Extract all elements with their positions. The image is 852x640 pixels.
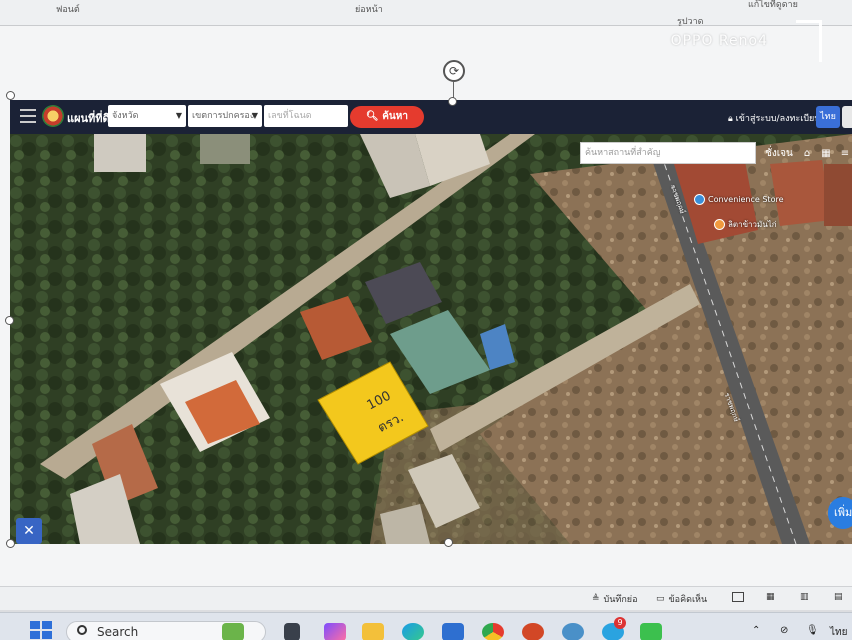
poi-label: ลิตาข้าวมันไก่: [728, 220, 777, 229]
ribbon-paragraph-group[interactable]: ย่อหน้า: [355, 2, 383, 16]
resize-handle-bottom-left[interactable]: [6, 539, 15, 548]
resize-handle-middle-left[interactable]: [5, 316, 14, 325]
slideshow-icon: ▤: [834, 592, 843, 602]
widgets-icon[interactable]: [222, 623, 244, 640]
language-thai-button[interactable]: ไทย: [816, 106, 840, 128]
resize-handle-top-left[interactable]: [6, 91, 15, 100]
ribbon-font-group[interactable]: ฟอนต์: [56, 2, 80, 16]
login-link[interactable]: 🔒︎ เข้าสู่ระบบ/ลงทะเบียน: [728, 111, 820, 125]
notes-label: บันทึกย่อ: [603, 595, 638, 605]
notes-icon: ≜: [592, 594, 600, 604]
copilot-icon[interactable]: [324, 623, 346, 640]
parcel-number-input[interactable]: เลขที่โฉนด: [264, 105, 348, 127]
windows-taskbar: Search 9 ⌃ ⊘ 🎙︎ ไทย: [0, 612, 852, 640]
document-status-bar: ≜ บันทึกย่อ ▭ ข้อคิดเห็น ▦ ▥ ▤: [0, 586, 852, 610]
powerpoint-icon[interactable]: [522, 623, 544, 640]
building: [824, 164, 852, 226]
map-header: แผนที่ที่ดิน จังหวัด ▼ เขตการปกครอง ▼ เล…: [10, 100, 852, 134]
camera-watermark-logo: [796, 20, 822, 62]
ribbon-edit-group[interactable]: แก้ไขที่ดูดาย: [748, 0, 798, 11]
measure-tool-icon[interactable]: ✕: [16, 518, 42, 544]
satellite-map[interactable]: 100 ตรว. ค้นหาสถานที่สำคัญ ชั่งเจน ⌂ ▦ ≡…: [10, 134, 852, 544]
document-ribbon: ฟอนต์ ย่อหน้า รูปวาด แก้ไขที่ดูดาย: [0, 0, 852, 27]
notes-button[interactable]: ≜ บันทึกย่อ: [592, 592, 637, 606]
building: [200, 134, 250, 164]
comments-button[interactable]: ▭ ข้อคิดเห็น: [656, 592, 707, 606]
lock-icon: 🔒︎: [728, 114, 733, 124]
parcel-number-placeholder: เลขที่โฉนด: [268, 111, 312, 121]
slide-sorter-button[interactable]: ▦: [766, 592, 775, 602]
place-search-input[interactable]: ค้นหาสถานที่สำคัญ: [580, 142, 756, 164]
district-select-value: เขตการปกครอง: [192, 111, 255, 121]
poi-label: Convenience Store: [708, 195, 784, 204]
home-icon[interactable]: ⌂: [800, 144, 814, 164]
search-button[interactable]: 🔍︎ ค้นหา: [350, 106, 424, 128]
store-app-icon[interactable]: [442, 623, 464, 640]
chrome-icon[interactable]: [482, 623, 504, 640]
comments-label: ข้อคิดเห็น: [668, 595, 708, 605]
store-icon: [694, 194, 705, 205]
district-select[interactable]: เขตการปกครอง ▼: [188, 105, 262, 127]
rotate-handle-icon[interactable]: ⟳: [443, 60, 465, 82]
chevron-down-icon: ▼: [251, 111, 258, 120]
search-button-label: ค้นหา: [382, 111, 408, 122]
tray-language[interactable]: ไทย: [830, 625, 847, 640]
layers-icon[interactable]: ≡: [838, 144, 852, 164]
reading-view-icon: ▥: [800, 592, 809, 602]
network-icon[interactable]: ⊘: [780, 625, 788, 636]
grid-view-icon: ▦: [766, 592, 775, 602]
normal-view-icon: [732, 592, 744, 602]
camera-watermark: OPPO Reno4: [670, 33, 768, 49]
language-english-button[interactable]: [842, 106, 852, 128]
add-button[interactable]: เพิ่ม: [828, 497, 852, 529]
search-icon: [77, 625, 87, 635]
grid-icon[interactable]: ▦: [818, 144, 834, 164]
building: [94, 134, 146, 172]
reading-view-button[interactable]: ▥: [800, 592, 809, 602]
province-select[interactable]: จังหวัด ▼: [108, 105, 186, 127]
restaurant-icon: [714, 219, 725, 230]
map-clarity-toggle[interactable]: ชั่งเจน: [762, 144, 796, 164]
building: [770, 160, 832, 226]
normal-view-button[interactable]: [732, 592, 744, 602]
comment-icon: ▭: [656, 594, 665, 604]
microphone-icon[interactable]: 🎙︎: [806, 625, 819, 636]
chevron-down-icon: ▼: [175, 111, 182, 120]
poi-convenience-store[interactable]: Convenience Store: [694, 194, 784, 205]
notification-badge: 9: [614, 617, 626, 629]
tray-hidden-icons[interactable]: ⌃: [752, 625, 760, 636]
windows-start-icon[interactable]: [30, 621, 52, 639]
slideshow-button[interactable]: ▤: [834, 592, 843, 602]
poi-restaurant[interactable]: ลิตาข้าวมันไก่: [714, 218, 777, 231]
app-icon[interactable]: [562, 623, 584, 640]
edge-browser-icon[interactable]: [402, 623, 424, 640]
hamburger-menu-icon[interactable]: [20, 109, 36, 123]
line-app-icon[interactable]: [640, 623, 662, 640]
login-link-label: เข้าสู่ระบบ/ลงทะเบียน: [735, 114, 821, 124]
resize-handle-top-middle[interactable]: [448, 97, 457, 106]
task-view-icon[interactable]: [284, 623, 300, 640]
search-icon: 🔍︎: [366, 111, 379, 122]
resize-handle-bottom-middle[interactable]: [444, 538, 453, 547]
taskbar-search-placeholder: Search: [97, 625, 139, 639]
province-select-value: จังหวัด: [112, 111, 139, 121]
site-logo: [42, 105, 64, 127]
file-explorer-icon[interactable]: [362, 623, 384, 640]
embedded-map-image[interactable]: แผนที่ที่ดิน จังหวัด ▼ เขตการปกครอง ▼ เล…: [10, 100, 852, 544]
